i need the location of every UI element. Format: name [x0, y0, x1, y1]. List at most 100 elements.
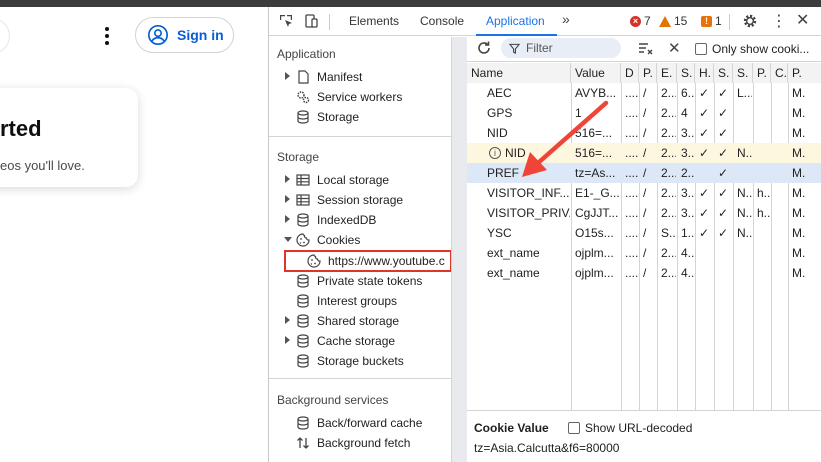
- table-row[interactable]: VISITOR_INF... E1-_G....... / 2... 3... ✓ ✓ N..…: [467, 183, 821, 203]
- sidebar-item-storage[interactable]: Storage: [269, 107, 451, 127]
- table-cell: 6...: [681, 86, 694, 100]
- sign-in-button[interactable]: Sign in: [135, 17, 234, 53]
- sidebar-item-cache-storage[interactable]: Cache storage: [269, 331, 451, 351]
- database-icon: [297, 294, 309, 308]
- sidebar-item-storage-buckets[interactable]: Storage buckets: [269, 351, 451, 371]
- column-header[interactable]: P.: [639, 63, 657, 83]
- table-cell: ✓: [699, 126, 710, 140]
- panel-splitter[interactable]: [452, 37, 467, 462]
- promo-title: rted: [0, 116, 42, 141]
- table-cell: [771, 123, 787, 143]
- table-row[interactable]: YSC O15s....... / S... 1... ✓ ✓ N... M.: [467, 223, 821, 243]
- checkbox-icon[interactable]: [695, 43, 707, 55]
- table-row[interactable]: PREF tz=As....... / 2... 2... ✓ M.: [467, 163, 821, 183]
- sidebar-item-interest-groups[interactable]: Interest groups: [269, 291, 451, 311]
- table-cell: ....: [625, 206, 638, 220]
- sidebar-item-indexeddb[interactable]: IndexedDB: [269, 210, 451, 230]
- errors-count[interactable]: × 7: [630, 14, 651, 28]
- delete-selected-icon[interactable]: ✕: [668, 39, 681, 57]
- table-cell: [771, 263, 787, 283]
- device-toolbar-icon[interactable]: [303, 13, 319, 29]
- filter-input[interactable]: Filter: [501, 38, 621, 58]
- column-header[interactable]: S.: [714, 63, 733, 83]
- warnings-count[interactable]: 15: [659, 14, 687, 28]
- sidebar-item-youtube-cookies[interactable]: https://www.youtube.c: [269, 251, 451, 271]
- table-cell: [753, 223, 770, 243]
- table-cell: [733, 243, 752, 263]
- inspect-element-icon[interactable]: [278, 13, 294, 29]
- close-devtools-icon[interactable]: ✕: [796, 10, 809, 30]
- tab-console[interactable]: Console: [420, 14, 464, 28]
- tab-application[interactable]: Application: [486, 14, 545, 28]
- sidebar-item-manifest[interactable]: Manifest: [269, 67, 451, 87]
- expand-arrow-icon[interactable]: [285, 175, 290, 183]
- table-row[interactable]: VISITOR_PRIV... CgJJT....... / 2... 3... ✓ ✓ N.…: [467, 203, 821, 223]
- table-cell: ....: [625, 226, 638, 240]
- table-row[interactable]: ext_name ojplm....... / 2... 4... M.: [467, 263, 821, 283]
- table-cell: [753, 123, 770, 143]
- customize-menu-icon[interactable]: ⋮: [771, 11, 787, 31]
- column-header[interactable]: Value: [571, 63, 621, 83]
- issue-icon: !: [701, 15, 712, 27]
- application-sidebar: Application Manifest Service workers Sto…: [269, 37, 452, 462]
- issues-count[interactable]: ! 1: [701, 14, 722, 28]
- sidebar-item-session-storage[interactable]: Session storage: [269, 190, 451, 210]
- search-box-edge[interactable]: [0, 18, 10, 54]
- collapse-arrow-icon[interactable]: [284, 237, 292, 242]
- table-cell: M.: [792, 126, 806, 140]
- sidebar-item-service-workers[interactable]: Service workers: [269, 87, 451, 107]
- table-row[interactable]: AEC AVYB....... / 2... 6... ✓ ✓ L... M.: [467, 83, 821, 103]
- refresh-icon[interactable]: [476, 40, 492, 56]
- table-row[interactable]: ext_name ojplm....... / 2... 4... M.: [467, 243, 821, 263]
- table-cell: 3...: [681, 186, 694, 200]
- only-show-cookies-checkbox[interactable]: Only show cooki...: [695, 42, 809, 56]
- table-cell: 4...: [681, 266, 694, 280]
- column-header[interactable]: E.: [657, 63, 677, 83]
- expand-arrow-icon[interactable]: [285, 72, 290, 80]
- table-cell: /: [643, 186, 647, 200]
- sidebar-item-background-fetch[interactable]: Background fetch: [269, 433, 451, 453]
- table-cell: 2...: [661, 146, 676, 160]
- table-row[interactable]: NID 516=....... / 2... 3... ✓ ✓ M.: [467, 123, 821, 143]
- sidebar-item-local-storage[interactable]: Local storage: [269, 170, 451, 190]
- expand-arrow-icon[interactable]: [285, 195, 290, 203]
- show-url-decoded-checkbox[interactable]: Show URL-decoded: [568, 421, 692, 435]
- clear-filtered-icon[interactable]: [638, 41, 654, 57]
- column-header[interactable]: S.: [677, 63, 695, 83]
- column-header[interactable]: D: [621, 63, 639, 83]
- column-header[interactable]: C.: [771, 63, 788, 83]
- show-url-decoded-label: Show URL-decoded: [585, 421, 693, 435]
- sidebar-item-label: Interest groups: [317, 294, 398, 308]
- column-header[interactable]: Name: [467, 63, 571, 83]
- table-cell: ✓: [718, 206, 729, 220]
- expand-arrow-icon[interactable]: [285, 215, 290, 223]
- checkbox-icon[interactable]: [568, 422, 580, 434]
- devtools-panel: Elements Console Application » × 7 15 ! …: [268, 7, 821, 462]
- browser-top-edge: [0, 0, 821, 7]
- sidebar-item-cookies[interactable]: Cookies: [269, 230, 451, 250]
- column-header[interactable]: P.: [788, 63, 821, 83]
- table-cell: ....: [625, 246, 638, 260]
- sidebar-item-private-state-tokens[interactable]: Private state tokens: [269, 271, 451, 291]
- table-row[interactable]: GPS 1.... / 2... 4 ✓ ✓ M.: [467, 103, 821, 123]
- table-cell: [771, 203, 787, 223]
- column-header[interactable]: P.: [753, 63, 771, 83]
- table-cell: 4: [681, 106, 688, 120]
- table-row[interactable]: NID 516=....... / 2... 3... ✓ ✓ N... M. i: [467, 143, 821, 163]
- column-header[interactable]: H.: [695, 63, 714, 83]
- column-header[interactable]: S.: [733, 63, 753, 83]
- more-options-icon[interactable]: [100, 26, 114, 46]
- more-tabs-icon[interactable]: »: [562, 11, 570, 27]
- settings-gear-icon[interactable]: [742, 13, 758, 29]
- sidebar-item-shared-storage[interactable]: Shared storage: [269, 311, 451, 331]
- table-cell: [733, 123, 752, 143]
- sidebar-item-label: Service workers: [317, 90, 403, 104]
- sidebar-item-back-forward-cache[interactable]: Back/forward cache: [269, 413, 451, 433]
- table-cell: VISITOR_INF...: [487, 186, 570, 200]
- table-cell: [753, 83, 770, 103]
- table-cell: 2...: [661, 186, 676, 200]
- table-cell: PREF: [487, 166, 520, 180]
- tab-elements[interactable]: Elements: [349, 14, 399, 28]
- expand-arrow-icon[interactable]: [285, 316, 290, 324]
- expand-arrow-icon[interactable]: [285, 336, 290, 344]
